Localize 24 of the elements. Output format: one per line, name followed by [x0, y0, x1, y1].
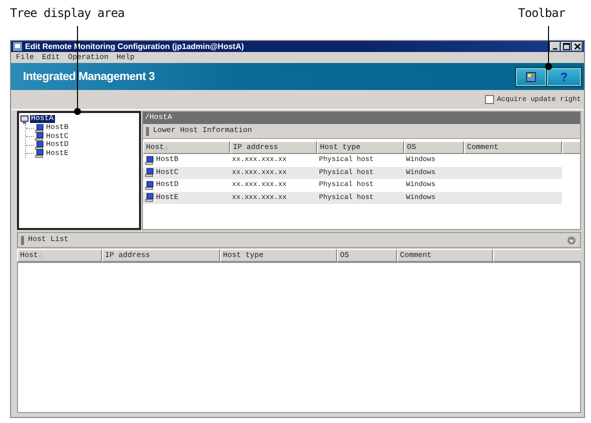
toolbar-button[interactable]	[516, 68, 546, 86]
close-button[interactable]	[572, 42, 582, 51]
maximize-icon	[562, 43, 570, 50]
leader-line	[548, 26, 549, 67]
window-title: Edit Remote Monitoring Configuration (jp1admin@HostA)	[25, 42, 245, 51]
callout-label: Toolbar	[518, 6, 566, 20]
product-title: Integrated Management 3	[23, 70, 155, 82]
server-icon	[20, 114, 29, 124]
computer-icon	[35, 140, 44, 150]
close-icon	[574, 43, 580, 50]
window-icon	[526, 72, 536, 82]
computer-icon	[35, 149, 44, 158]
minimize-button[interactable]	[550, 42, 560, 51]
collapse-icon[interactable]	[567, 236, 576, 244]
callout-label: Tree display area	[10, 6, 124, 20]
computer-icon	[145, 168, 154, 178]
computer-icon	[35, 132, 44, 142]
maximize-button[interactable]	[561, 42, 571, 51]
computer-icon	[145, 156, 154, 165]
computer-icon	[35, 124, 44, 133]
help-button[interactable]: ?	[547, 68, 581, 86]
app-icon	[13, 42, 22, 51]
computer-icon	[145, 193, 154, 202]
computer-icon	[145, 180, 154, 190]
